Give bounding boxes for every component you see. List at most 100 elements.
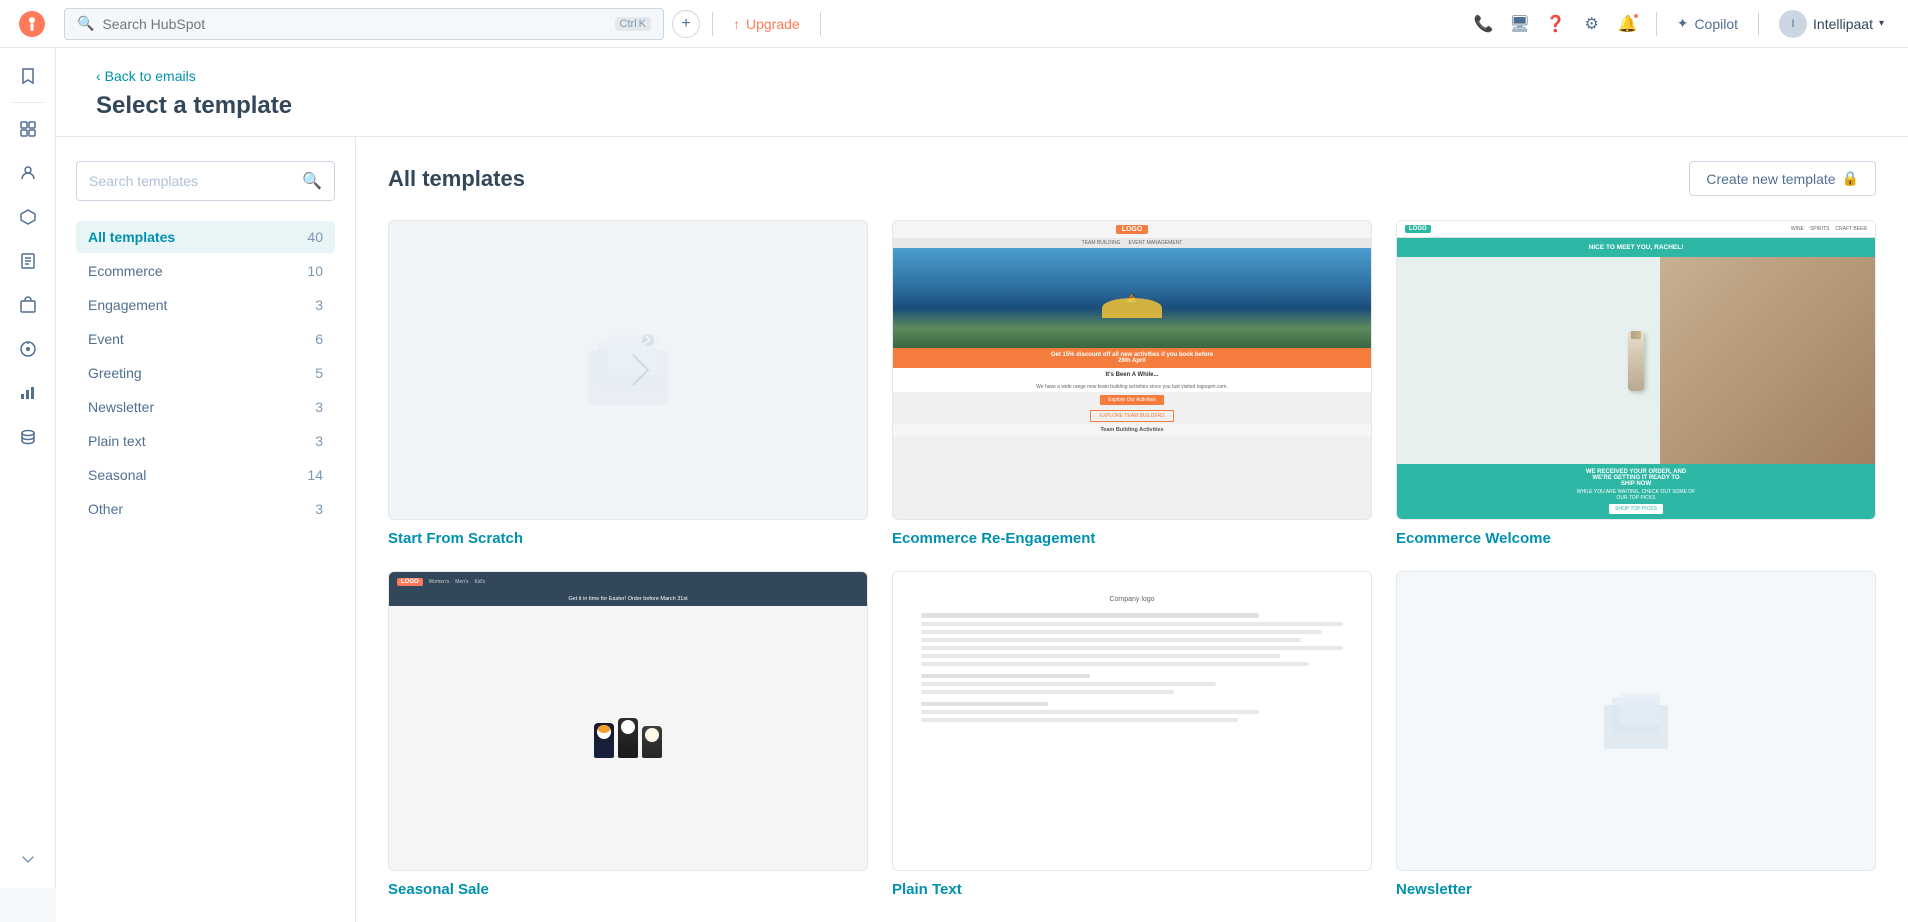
- user-chevron-icon: ▾: [1879, 18, 1884, 29]
- filter-item-event[interactable]: Event 6: [76, 323, 335, 355]
- page-header: ‹ Back to emails Select a template: [56, 48, 1908, 137]
- filter-label: Engagement: [88, 297, 167, 313]
- filter-count: 5: [315, 365, 323, 381]
- template-name-welcome: Ecommerce Welcome: [1396, 530, 1876, 547]
- template-card-welcome[interactable]: LOGO WINESPIRITSCRAFT BEER NICE TO MEET …: [1396, 220, 1876, 547]
- welcome-preview: LOGO WINESPIRITSCRAFT BEER NICE TO MEET …: [1396, 220, 1876, 520]
- monitor-icon: 🖥: [1510, 14, 1530, 34]
- content-area: 🔍 All templates 40 Ecommerce 10 Engageme…: [56, 137, 1908, 922]
- sidebar-item-contacts[interactable]: [8, 153, 48, 193]
- upgrade-button[interactable]: ↑ Upgrade: [725, 16, 808, 32]
- copilot-icon: ✦: [1677, 15, 1689, 32]
- sidebar-item-content[interactable]: [8, 241, 48, 281]
- filter-label: All templates: [88, 229, 175, 245]
- filter-label: Ecommerce: [88, 263, 163, 279]
- notifications-button[interactable]: 🔔: [1612, 8, 1644, 40]
- template-search-input[interactable]: [89, 173, 294, 189]
- filter-count: 3: [315, 501, 323, 517]
- nav-divider-4: [1758, 12, 1759, 36]
- template-card-seasonal[interactable]: LOGO Women'sMen'sKid's Get it in time fo…: [388, 571, 868, 898]
- phone-icon: 📞: [1474, 14, 1494, 34]
- sidebar-item-dashboard[interactable]: [8, 109, 48, 149]
- search-icon: 🔍: [77, 15, 94, 32]
- help-button[interactable]: ❓: [1540, 8, 1572, 40]
- monitor-button[interactable]: 🖥: [1504, 8, 1536, 40]
- template-card-plain[interactable]: Company logo: [892, 571, 1372, 898]
- filter-count: 6: [315, 331, 323, 347]
- plain-preview: Company logo: [892, 571, 1372, 871]
- template-grid: Start From Scratch LOGO TEAM BUILDINGEVE…: [388, 220, 1876, 898]
- nav-divider-1: [712, 12, 713, 36]
- template-name-plain: Plain Text: [892, 881, 1372, 898]
- filter-count: 10: [307, 263, 323, 279]
- filter-count: 3: [315, 297, 323, 313]
- sidebar-item-marketing[interactable]: [8, 197, 48, 237]
- nav-actions: 📞 🖥 ❓ ⚙ 🔔: [1468, 8, 1644, 40]
- copilot-button[interactable]: ✦ Copilot: [1669, 15, 1746, 32]
- reengage-preview: LOGO TEAM BUILDINGEVENT MANAGEMENT 🚣: [892, 220, 1372, 520]
- chevron-left-icon: ‹: [96, 68, 101, 84]
- filter-label: Plain text: [88, 433, 146, 449]
- filter-search-container[interactable]: 🔍: [76, 161, 335, 201]
- filter-categories: All templates 40 Ecommerce 10 Engagement…: [76, 221, 335, 525]
- back-link[interactable]: ‹ Back to emails: [96, 68, 1868, 84]
- top-nav: 🔍 Ctrl K + ↑ Upgrade 📞 🖥 ❓ ⚙ 🔔: [0, 0, 1908, 48]
- templates-section-title: All templates: [388, 166, 525, 192]
- template-card-scratch[interactable]: Start From Scratch: [388, 220, 868, 547]
- templates-header: All templates Create new template 🔒: [388, 161, 1876, 196]
- hubspot-logo[interactable]: [16, 8, 48, 40]
- search-shortcut: Ctrl K: [615, 17, 651, 31]
- help-icon: ❓: [1546, 14, 1566, 34]
- sidebar-item-bookmarks[interactable]: [8, 56, 48, 96]
- sidebar-item-more[interactable]: [8, 840, 48, 880]
- page-title: Select a template: [96, 92, 1868, 120]
- filter-count: 3: [315, 399, 323, 415]
- sidebar-item-data[interactable]: [8, 417, 48, 457]
- templates-area: All templates Create new template 🔒: [356, 137, 1908, 922]
- avatar: I: [1779, 10, 1807, 38]
- filter-label: Other: [88, 501, 123, 517]
- settings-button[interactable]: ⚙: [1576, 8, 1608, 40]
- main-wrapper: ‹ Back to emails Select a template 🔍 All…: [56, 48, 1908, 922]
- template-name-reengage: Ecommerce Re-Engagement: [892, 530, 1372, 547]
- filter-item-all-templates[interactable]: All templates 40: [76, 221, 335, 253]
- sidebar-item-commerce[interactable]: [8, 285, 48, 325]
- notification-dot: [1632, 12, 1640, 20]
- sidebar-item-reports[interactable]: [8, 373, 48, 413]
- filter-search-icon: 🔍: [302, 171, 322, 191]
- filter-item-greeting[interactable]: Greeting 5: [76, 357, 335, 389]
- filter-count: 40: [307, 229, 323, 245]
- gear-icon: ⚙: [1585, 14, 1599, 34]
- left-sidebar: [0, 48, 56, 888]
- template-card-reengage[interactable]: LOGO TEAM BUILDINGEVENT MANAGEMENT 🚣: [892, 220, 1372, 547]
- filter-label: Newsletter: [88, 399, 154, 415]
- newsletter-preview: [1396, 571, 1876, 871]
- user-menu-button[interactable]: I Intellipaat ▾: [1771, 10, 1892, 38]
- template-name-scratch: Start From Scratch: [388, 530, 868, 547]
- search-input[interactable]: [102, 16, 606, 32]
- scratch-icon: [568, 320, 688, 420]
- nav-divider-3: [1656, 12, 1657, 36]
- filter-label: Greeting: [88, 365, 142, 381]
- filter-label: Event: [88, 331, 124, 347]
- filter-item-ecommerce[interactable]: Ecommerce 10: [76, 255, 335, 287]
- filter-item-engagement[interactable]: Engagement 3: [76, 289, 335, 321]
- filter-item-other[interactable]: Other 3: [76, 493, 335, 525]
- sidebar-item-divider: [12, 102, 44, 103]
- scratch-preview: [388, 220, 868, 520]
- filter-sidebar: 🔍 All templates 40 Ecommerce 10 Engageme…: [56, 137, 356, 922]
- sidebar-item-automation[interactable]: [8, 329, 48, 369]
- filter-count: 14: [307, 467, 323, 483]
- filter-item-newsletter[interactable]: Newsletter 3: [76, 391, 335, 423]
- filter-item-seasonal[interactable]: Seasonal 14: [76, 459, 335, 491]
- template-card-newsletter[interactable]: Newsletter: [1396, 571, 1876, 898]
- seasonal-preview: LOGO Women'sMen'sKid's Get it in time fo…: [388, 571, 868, 871]
- filter-item-plain-text[interactable]: Plain text 3: [76, 425, 335, 457]
- template-name-seasonal: Seasonal Sale: [388, 881, 868, 898]
- upgrade-icon: ↑: [733, 16, 740, 32]
- nav-divider-2: [820, 12, 821, 36]
- create-template-button[interactable]: Create new template 🔒: [1689, 161, 1876, 196]
- add-button[interactable]: +: [672, 10, 700, 38]
- global-search-bar[interactable]: 🔍 Ctrl K: [64, 8, 664, 40]
- phone-button[interactable]: 📞: [1468, 8, 1500, 40]
